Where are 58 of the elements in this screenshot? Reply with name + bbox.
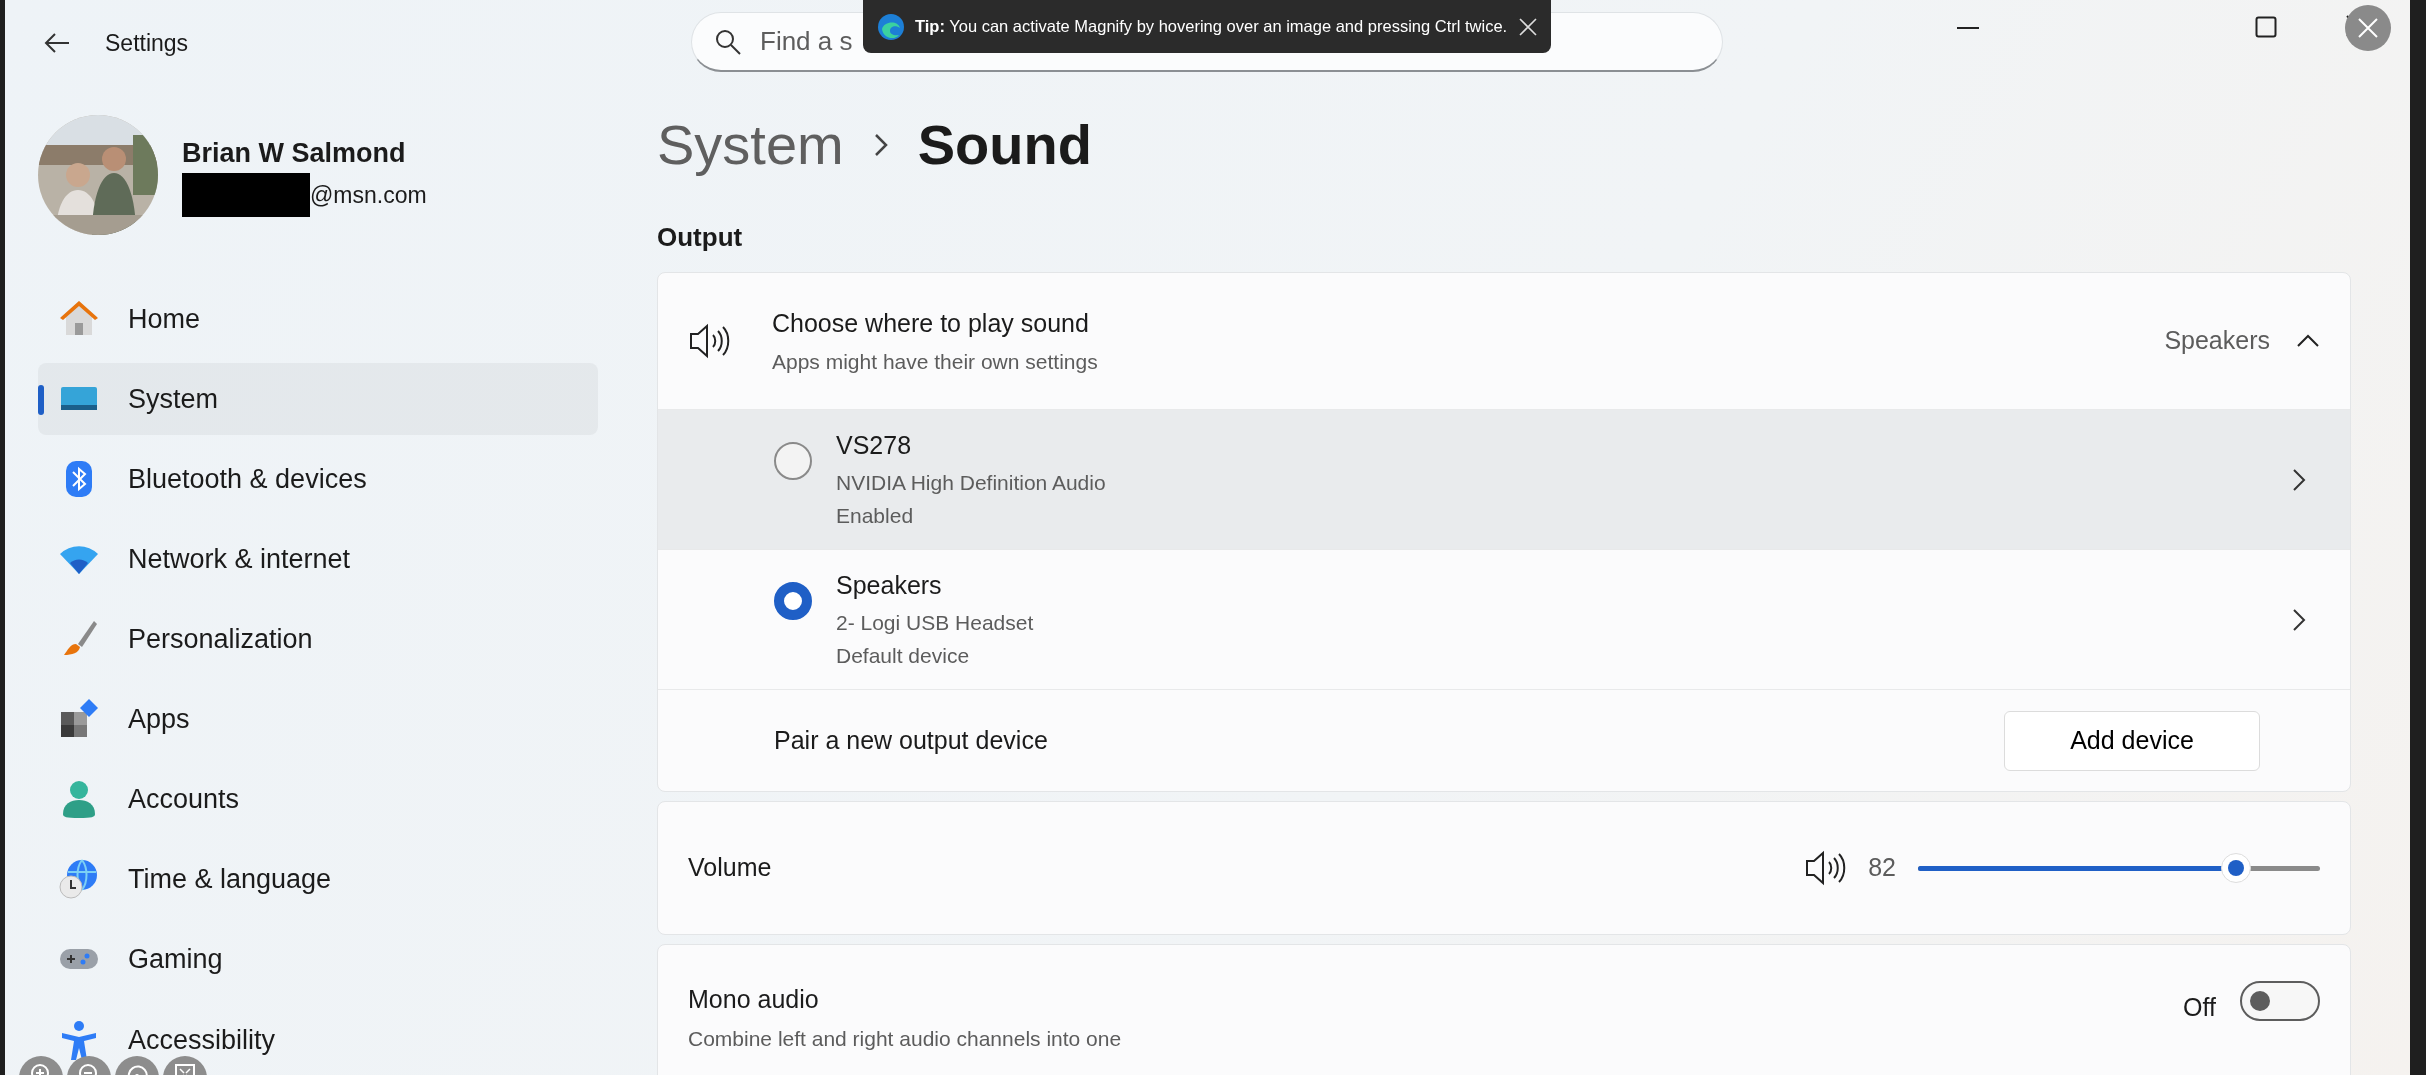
close-icon	[2357, 17, 2379, 39]
window-title: Settings	[105, 28, 189, 58]
breadcrumb-item: Sound	[917, 112, 1092, 178]
search-icon	[715, 29, 741, 55]
volume-reading: 82	[1868, 852, 1896, 884]
sidebar-item[interactable]: Bluetooth & devices	[38, 443, 598, 515]
section-heading: Output	[657, 220, 743, 254]
device-driver: NVIDIA High Definition Audio	[836, 469, 1106, 496]
setting-title: Mono audio	[688, 984, 820, 1015]
add-device-button[interactable]: Add device	[2004, 710, 2260, 771]
toggle-state: Off	[2183, 992, 2216, 1023]
apps-icon	[58, 698, 100, 740]
slider-thumb[interactable]	[2220, 853, 2251, 883]
profile-name: Brian W Salmond	[182, 136, 407, 170]
card-title: Choose where to play sound	[772, 307, 1090, 339]
chevron-right-icon	[2292, 607, 2306, 632]
minimize-icon	[1957, 26, 1979, 30]
card-subtitle: Apps might have their own settings	[772, 349, 1098, 375]
close-icon	[1519, 17, 1537, 36]
profile-email: @msn.com	[310, 181, 427, 210]
selection-indicator	[38, 385, 44, 415]
device-row[interactable]: Speakers 2- Logi USB Headset Default device	[658, 549, 2350, 689]
tip-text: Tip: You can activate Magnify by hovering over an image and pressing Ctrl twice.	[915, 16, 1508, 38]
device-status: Default device	[836, 643, 971, 670]
sidebar-item[interactable]: Accounts	[38, 763, 598, 835]
globe-clock-icon	[58, 858, 100, 900]
sidebar-item[interactable]: Home	[38, 283, 598, 355]
volume-slider[interactable]	[1918, 853, 2320, 883]
back-arrow-icon	[44, 32, 70, 54]
device-name: VS278	[836, 430, 913, 462]
maximize-icon	[2255, 16, 2277, 38]
pair-label: Pair a new output device	[774, 724, 1048, 756]
collapse-button[interactable]	[2296, 334, 2320, 348]
sidebar-item[interactable]: Network & internet	[38, 523, 598, 595]
breadcrumb-item[interactable]: System	[657, 103, 844, 187]
close-button[interactable]	[1519, 17, 1537, 36]
maximize-button[interactable]	[2255, 16, 2277, 38]
sidebar-item[interactable]: Apps	[38, 683, 598, 755]
sidebar-item[interactable]: System	[38, 363, 598, 435]
device-row[interactable]: VS278 NVIDIA High Definition Audio Enabled	[658, 409, 2350, 549]
minimize-button[interactable]	[1957, 26, 1979, 30]
current-value: Speakers	[2164, 325, 2270, 357]
device-driver: 2- Logi USB Headset	[836, 609, 1034, 636]
browser-logo-icon	[877, 12, 905, 41]
toggle-switch[interactable]	[2240, 981, 2320, 1021]
setting-description: Combine left and right audio channels into one	[688, 1025, 1122, 1052]
radio-button[interactable]	[774, 581, 812, 620]
device-name: Speakers	[836, 570, 943, 602]
sidebar-item[interactable]: Time & language	[38, 843, 598, 915]
chevron-right-icon	[873, 133, 888, 157]
sidebar-item[interactable]: Personalization	[38, 603, 598, 675]
chevron-right-icon	[2292, 467, 2306, 492]
sidebar-item[interactable]: Gaming	[38, 923, 598, 995]
sidebar-item[interactable]: Accessibility	[38, 1003, 598, 1056]
chevron-up-icon	[2296, 334, 2320, 348]
volume-label: Volume	[688, 852, 772, 884]
device-status: Enabled	[836, 503, 915, 530]
radio-button[interactable]	[774, 441, 812, 480]
